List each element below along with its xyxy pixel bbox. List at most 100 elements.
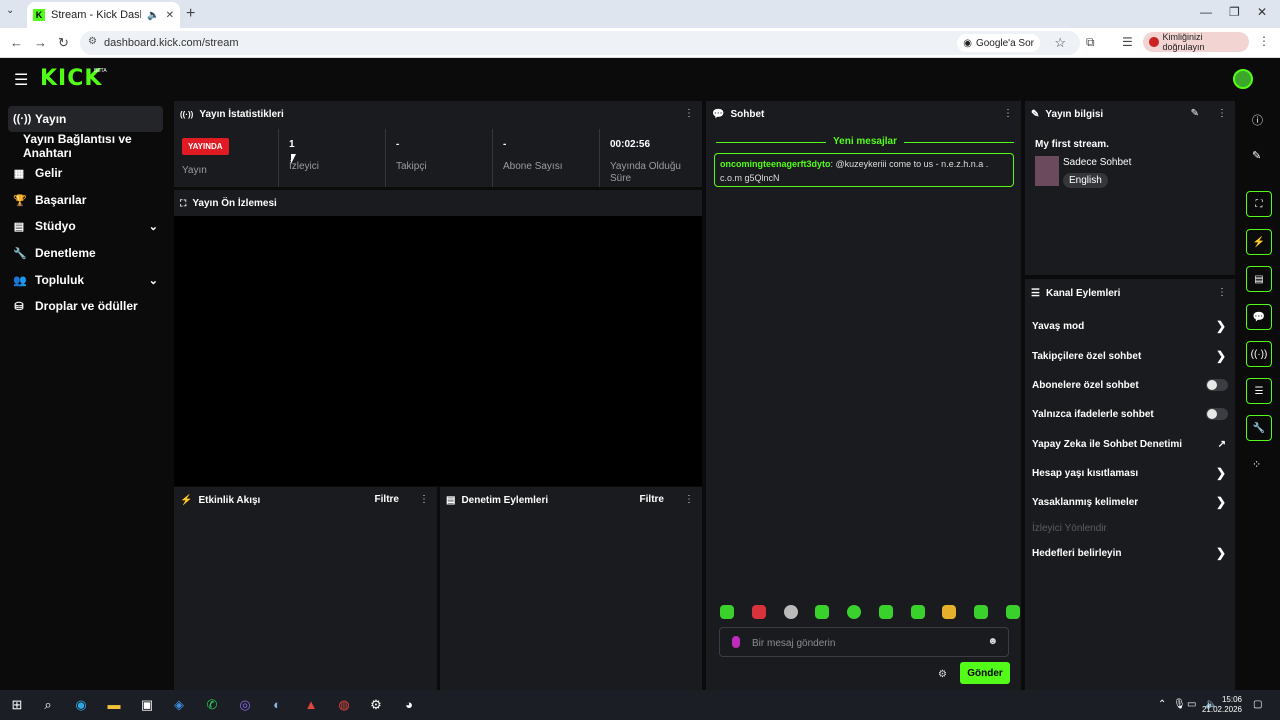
mic-tray-icon[interactable]: 🎙: [1173, 699, 1186, 710]
emote-icon[interactable]: [720, 605, 734, 619]
new-tab-icon[interactable]: +: [186, 5, 195, 23]
whatsapp-icon[interactable]: ✆: [203, 697, 221, 713]
tray-chevron-icon[interactable]: ⌃: [1158, 699, 1166, 710]
stream-preview-video[interactable]: [174, 216, 702, 486]
emote-icon[interactable]: [847, 605, 862, 619]
minimize-icon[interactable]: —: [1200, 5, 1212, 19]
sidebar-item-yayin[interactable]: ((·)) Yayın: [8, 106, 163, 132]
settings-icon[interactable]: ⚙: [367, 697, 385, 713]
sidebar-item-basarilar[interactable]: 🏆 Başarılar: [8, 187, 163, 213]
emote-only-toggle[interactable]: [1206, 408, 1228, 420]
action-account-age[interactable]: Hesap yaşı kısıtlaması ❯: [1032, 463, 1228, 483]
sidebar-item-droplar[interactable]: ⛁ Droplar ve ödüller: [8, 293, 163, 319]
notifications-icon[interactable]: ▢: [1253, 699, 1262, 710]
emote-icon[interactable]: [942, 605, 957, 619]
back-icon[interactable]: ←: [10, 35, 23, 50]
emote-icon[interactable]: [974, 605, 989, 619]
bookmark-star-icon[interactable]: ☆: [1054, 35, 1066, 51]
forward-icon[interactable]: →: [34, 35, 47, 50]
preview-rail-icon[interactable]: ⛶: [1246, 191, 1272, 217]
steam-icon[interactable]: ◐: [268, 697, 286, 713]
emoji-icon[interactable]: ☻: [987, 636, 998, 647]
hamburger-menu-icon[interactable]: ☰: [14, 70, 28, 90]
outlook-icon[interactable]: ◈: [170, 697, 188, 713]
search-icon[interactable]: ⌕: [39, 697, 57, 713]
wrench-rail-icon[interactable]: 🔧: [1246, 415, 1272, 441]
document-rail-icon[interactable]: ▤: [1246, 266, 1272, 292]
user-avatar[interactable]: [1233, 69, 1253, 89]
media-icon[interactable]: ☰: [1122, 35, 1133, 49]
site-info-icon[interactable]: ⚙: [88, 36, 97, 47]
reload-icon[interactable]: ↻: [58, 35, 69, 51]
close-tab-icon[interactable]: ✕: [166, 10, 174, 21]
emote-icon[interactable]: [910, 605, 925, 619]
tab-search-icon[interactable]: ⌄: [6, 5, 14, 16]
audio-icon[interactable]: 🔈: [147, 10, 159, 21]
action-followers-only[interactable]: Takipçilere özel sohbet ❯: [1032, 346, 1228, 366]
actions-rail-icon[interactable]: ☰: [1246, 378, 1272, 404]
panel-menu-icon[interactable]: ⋮: [1217, 108, 1227, 119]
info-icon[interactable]: ⓘ: [1252, 112, 1263, 128]
restore-icon[interactable]: ❐: [1229, 5, 1240, 19]
profile-icon: [1149, 37, 1159, 47]
filter-button[interactable]: Filtre: [375, 494, 399, 505]
stream-category[interactable]: Sadece Sohbet: [1063, 157, 1131, 168]
url-field[interactable]: ⚙ dashboard.kick.com/stream ◉ Google'a So…: [80, 31, 1080, 55]
edit-icon[interactable]: ✎: [1252, 149, 1261, 162]
category-thumbnail: [1035, 156, 1059, 186]
browser-tab[interactable]: K Stream - Kick Dashboard 🔈 ✕: [27, 2, 180, 28]
edge-icon[interactable]: ◉: [72, 697, 90, 713]
action-banned-words[interactable]: Yasaklanmış kelimeler ❯: [1032, 492, 1228, 512]
chat-message[interactable]: oncomingteenagerft3dyto: @kuzeykeriii co…: [714, 153, 1014, 187]
panel-menu-icon[interactable]: ⋮: [419, 494, 429, 505]
sidebar-item-stream-key[interactable]: Yayın Bağlantısı ve Anahtarı: [18, 132, 178, 160]
action-slow-mode[interactable]: Yavaş mod ❯: [1032, 316, 1228, 336]
obs-icon[interactable]: ◕: [400, 697, 418, 713]
panel-menu-icon[interactable]: ⋮: [1217, 287, 1227, 298]
sidebar-item-gelir[interactable]: ▦ Gelir: [8, 160, 163, 186]
system-clock[interactable]: 15:06 21.02.2026: [1200, 695, 1242, 715]
action-label: Takipçilere özel sohbet: [1032, 350, 1142, 362]
panel-menu-icon[interactable]: ⋮: [684, 494, 694, 505]
panel-menu-icon[interactable]: ⋮: [1003, 108, 1013, 119]
file-explorer-icon[interactable]: ▬: [105, 697, 123, 713]
store-icon[interactable]: ▣: [138, 697, 156, 713]
start-icon[interactable]: ⊞: [8, 697, 26, 713]
broadcast-rail-icon[interactable]: ((·)): [1246, 341, 1272, 367]
send-button[interactable]: Gönder: [960, 662, 1010, 684]
close-window-icon[interactable]: ✕: [1257, 5, 1267, 19]
app-icon[interactable]: ▲: [302, 697, 320, 713]
chat-username[interactable]: oncomingteenagerft3dyto: [720, 159, 831, 169]
verify-identity-button[interactable]: Kimliğinizi doğrulayın: [1143, 32, 1249, 52]
action-set-goals[interactable]: Hedefleri belirleyin ❯: [1032, 543, 1228, 563]
panel-title: Yayın İstatistikleri: [199, 108, 284, 120]
extensions-icon[interactable]: ⧉: [1086, 35, 1095, 50]
sidebar-item-studyo[interactable]: ▤ Stüdyo ⌄: [8, 213, 163, 239]
chat-input-box: ☻: [719, 627, 1009, 657]
google-ask-button[interactable]: ◉ Google'a Sor: [957, 34, 1040, 52]
chat-settings-icon[interactable]: ⚙: [938, 669, 947, 680]
emote-icon[interactable]: [878, 605, 893, 619]
edit-icon[interactable]: ✎: [1191, 108, 1199, 119]
emote-icon[interactable]: [751, 605, 766, 619]
sidebar-item-topluluk[interactable]: 👥 Topluluk ⌄: [8, 267, 163, 293]
bolt-rail-icon[interactable]: ⚡: [1246, 229, 1272, 255]
emote-icon[interactable]: [783, 605, 798, 619]
microphone-icon[interactable]: [732, 636, 740, 648]
discord-icon[interactable]: ◎: [236, 697, 254, 713]
stat-uptime: 00:02:56 Yayında Olduğu Süre: [599, 129, 702, 187]
apps-rail-icon[interactable]: ⁘: [1252, 458, 1261, 471]
subscribers-only-toggle[interactable]: [1206, 379, 1228, 391]
network-icon[interactable]: ▭: [1187, 699, 1196, 710]
action-ai-moderation[interactable]: Yapay Zeka ile Sohbet Denetimi ↗: [1032, 434, 1228, 454]
emote-icon[interactable]: [1005, 605, 1020, 619]
live-badge: YAYINDA: [182, 138, 229, 155]
filter-button[interactable]: Filtre: [640, 494, 664, 505]
sidebar-item-denetleme[interactable]: 🔧 Denetleme: [8, 240, 163, 266]
chrome-icon[interactable]: ◍: [335, 697, 353, 713]
chat-message-input[interactable]: [752, 634, 982, 652]
emote-icon[interactable]: [815, 605, 830, 619]
browser-menu-icon[interactable]: ⋮: [1258, 34, 1270, 48]
chat-rail-icon[interactable]: 💬: [1246, 304, 1272, 330]
panel-menu-icon[interactable]: ⋮: [684, 108, 694, 119]
